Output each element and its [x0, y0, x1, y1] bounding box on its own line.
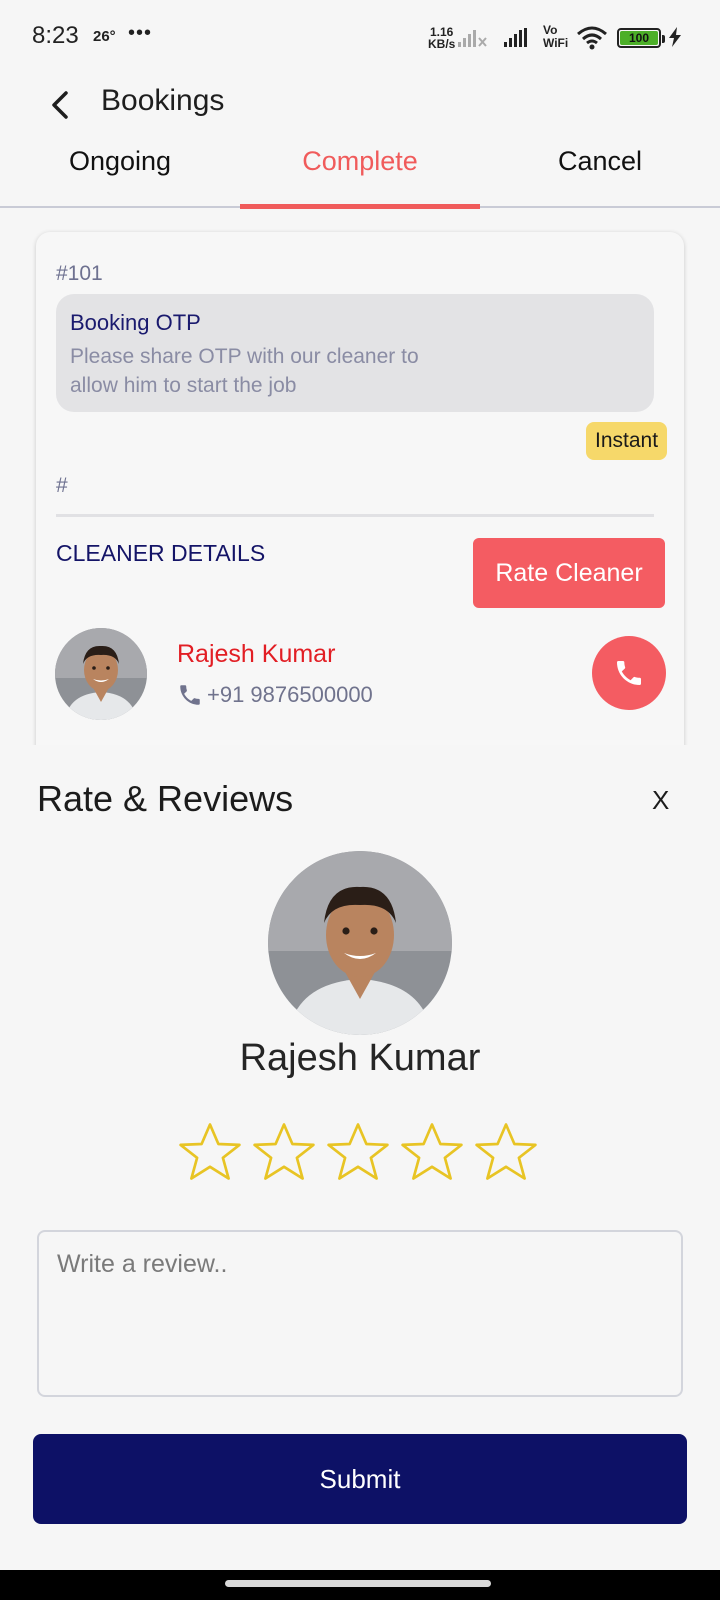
battery-level: 100	[620, 31, 658, 45]
review-input[interactable]	[37, 1230, 683, 1397]
status-time: 8:23	[32, 22, 79, 49]
app-header: Bookings	[0, 76, 720, 132]
star-icon-4[interactable]	[396, 1117, 468, 1189]
tab-cancel[interactable]: Cancel	[480, 146, 720, 177]
active-tab-indicator	[240, 204, 480, 209]
vowifi-wifi: WiFi	[543, 36, 569, 50]
booking-otp-box: Booking OTP Please share OTP with our cl…	[56, 294, 654, 412]
star-icon-1[interactable]	[174, 1117, 246, 1189]
page-title: Bookings	[101, 84, 225, 117]
star-rating	[174, 1117, 542, 1189]
booking-id: #101	[56, 262, 103, 285]
phone-icon	[180, 685, 200, 705]
sheet-title: Rate & Reviews	[37, 778, 294, 819]
home-gesture-handle[interactable]	[225, 1580, 491, 1587]
charging-icon	[669, 27, 681, 47]
rate-review-sheet: Rate & Reviews X Rajesh Kumar Submit	[0, 745, 720, 1570]
status-temperature: 26°	[93, 28, 116, 45]
booking-card: #101 Booking OTP Please share OTP with o…	[36, 232, 684, 772]
sheet-cleaner-name: Rajesh Kumar	[239, 1037, 481, 1079]
star-icon-3[interactable]	[322, 1117, 394, 1189]
rate-cleaner-button[interactable]: Rate Cleaner	[473, 538, 665, 608]
status-bar: 8:23 26° ••• 1.16 KB/s Vo WiFi 100	[0, 0, 720, 76]
cleaner-details-heading: CLEANER DETAILS	[56, 540, 266, 566]
signal-icon-sim2	[504, 28, 527, 47]
back-arrow-icon[interactable]	[46, 90, 76, 120]
star-icon-5[interactable]	[470, 1117, 542, 1189]
signal-icon-sim1	[458, 30, 487, 47]
star-icon-2[interactable]	[248, 1117, 320, 1189]
cleaner-name: Rajesh Kumar	[177, 640, 336, 668]
otp-title: Booking OTP	[70, 310, 201, 335]
cleaner-avatar-large	[268, 851, 452, 1035]
network-speed-unit: KB/s	[428, 37, 456, 51]
cleaner-avatar	[55, 628, 147, 720]
phone-icon	[617, 661, 641, 685]
submit-button[interactable]: Submit	[33, 1434, 687, 1524]
cleaner-phone: +91 9876500000	[207, 682, 373, 707]
card-divider	[56, 514, 654, 517]
system-nav-bar	[0, 1570, 720, 1600]
instant-badge: Instant	[586, 422, 668, 460]
tab-complete[interactable]: Complete	[240, 146, 480, 177]
close-button[interactable]: X	[652, 785, 669, 816]
booking-tabs: Ongoing Complete Cancel	[0, 138, 720, 212]
otp-instructions: Please share OTP with our cleaner to all…	[70, 345, 419, 397]
tab-ongoing[interactable]: Ongoing	[0, 146, 240, 177]
battery-icon: 100	[617, 28, 665, 48]
call-cleaner-button[interactable]	[592, 636, 666, 710]
status-more-icon: •••	[128, 22, 153, 44]
wifi-icon	[577, 26, 607, 50]
vowifi-indicator: Vo WiFi	[543, 24, 568, 50]
booking-hash-label: #	[56, 474, 68, 497]
network-speed: 1.16 KB/s	[428, 26, 455, 50]
cleaner-phone-row: +91 9876500000	[177, 682, 373, 708]
